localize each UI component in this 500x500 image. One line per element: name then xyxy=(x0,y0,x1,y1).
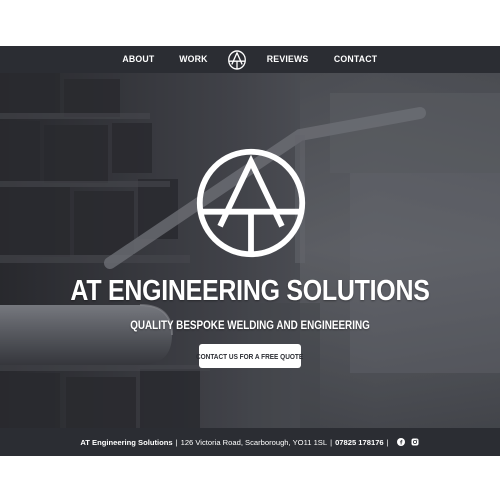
at-monogram-icon xyxy=(196,148,306,258)
footer-separator: | xyxy=(175,437,178,447)
free-quote-button[interactable]: CONTACT US FOR A FREE QUOTE xyxy=(196,344,304,368)
top-nav: ABOUT WORK REVIEWS CONTACT xyxy=(0,46,500,73)
footer-separator: | xyxy=(386,437,389,447)
nav-contact[interactable]: CONTACT xyxy=(334,54,377,65)
facebook-link[interactable] xyxy=(396,437,406,447)
hero-title: AT ENGINEERING SOLUTIONS xyxy=(70,275,430,307)
nav-work[interactable]: WORK xyxy=(179,54,207,65)
footer-phone[interactable]: 07825 178176 xyxy=(335,438,384,447)
footer-address: 126 Victoria Road, Scarborough, YO11 1SL xyxy=(180,437,328,447)
footer-company: AT Engineering Solutions xyxy=(80,437,173,447)
nav-reviews[interactable]: REVIEWS xyxy=(266,54,308,65)
nav-about[interactable]: ABOUT xyxy=(122,54,154,65)
facebook-icon xyxy=(396,438,405,446)
instagram-icon xyxy=(411,438,419,446)
at-monogram-icon xyxy=(227,49,246,70)
instagram-link[interactable] xyxy=(410,437,420,447)
nav-home-logo[interactable] xyxy=(227,49,247,71)
hero-section: AT ENGINEERING SOLUTIONS QUALITY BESPOKE… xyxy=(0,73,500,428)
free-quote-button-label: CONTACT US FOR A FREE QUOTE xyxy=(196,351,304,361)
footer-separator: | xyxy=(330,437,333,447)
hero-subtitle: QUALITY BESPOKE WELDING AND ENGINEERING xyxy=(130,320,370,332)
footer: AT Engineering Solutions | 126 Victoria … xyxy=(0,428,500,456)
website: ABOUT WORK REVIEWS CONTACT AT ENGINEERIN… xyxy=(0,46,500,456)
